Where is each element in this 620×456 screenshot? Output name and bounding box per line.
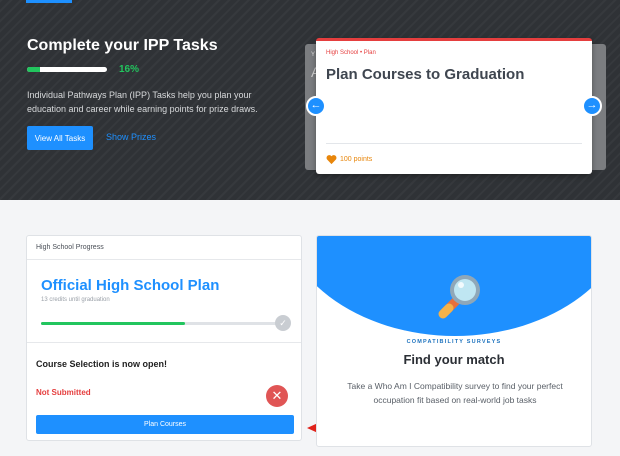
status-badge: Not Submitted [36, 388, 91, 397]
task-points: 100 points [340, 156, 373, 163]
ipp-progress-fill [27, 67, 40, 72]
hero-description: Individual Pathways Plan (IPP) Tasks hel… [27, 90, 258, 114]
task-divider [326, 143, 582, 144]
hero-title: Complete your IPP Tasks [27, 37, 218, 54]
card-header-label: High School Progress [36, 244, 104, 251]
task-card[interactable]: High School • Plan Plan Courses to Gradu… [316, 38, 592, 174]
check-icon: ✓ [275, 315, 291, 331]
ipp-hero: Complete your IPP Tasks 16% Individual P… [0, 0, 620, 200]
hs-progress-fill [41, 322, 185, 325]
hs-plan-title[interactable]: Official High School Plan [41, 277, 219, 294]
nav-active-indicator [26, 0, 72, 3]
ipp-progress-percent: 16% [119, 64, 140, 75]
heart-icon [326, 155, 337, 165]
card-header: High School Progress [27, 236, 301, 260]
high-school-progress-card: High School Progress Official High Schoo… [26, 235, 302, 441]
credits-remaining: 13 credits until graduation [41, 297, 110, 303]
compatibility-survey-card[interactable]: COMPATIBILITY SURVEYS Find your match Ta… [316, 235, 592, 447]
show-prizes-link[interactable]: Show Prizes [106, 132, 156, 142]
close-icon: ✕ [266, 385, 288, 407]
hs-progress-bar [41, 322, 281, 325]
peek-card-letter: Y [311, 52, 316, 58]
task-category: High School • Plan [326, 50, 376, 56]
magnifier-icon [438, 275, 480, 319]
chevron-right-icon[interactable]: → [582, 96, 602, 116]
ipp-progress-bar [27, 67, 107, 72]
chevron-left-icon[interactable]: ← [306, 96, 326, 116]
survey-kicker: COMPATIBILITY SURVEYS [406, 339, 502, 345]
survey-title: Find your match [403, 352, 505, 367]
survey-description: Take a Who Am I Compatibility survey to … [347, 381, 563, 405]
course-selection-notice: Course Selection is now open! [36, 359, 168, 369]
task-title: Plan Courses to Graduation [326, 66, 525, 83]
divider [27, 342, 301, 343]
plan-courses-button[interactable]: Plan Courses [36, 415, 294, 434]
view-all-tasks-button[interactable]: View All Tasks [27, 126, 93, 150]
